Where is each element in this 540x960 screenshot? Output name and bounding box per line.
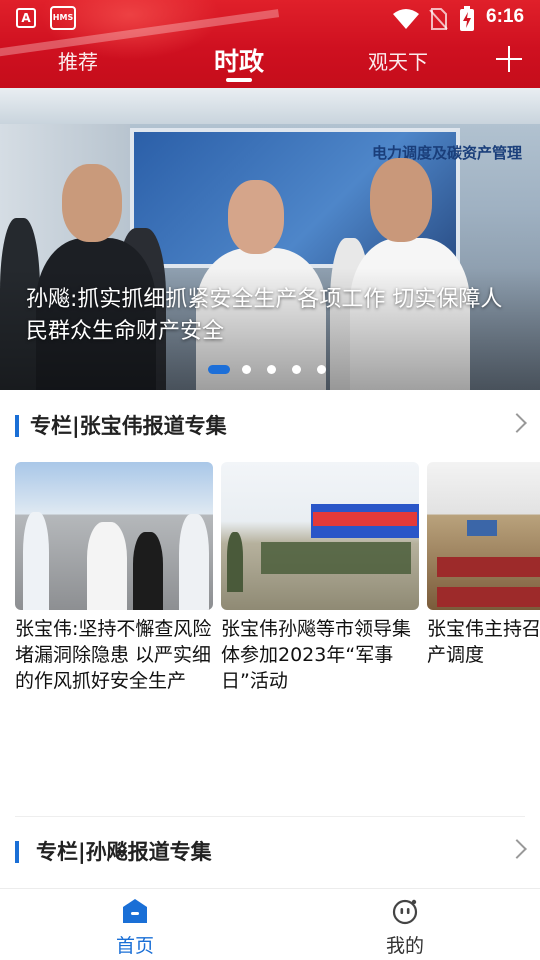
- news-card-row[interactable]: 张宝伟:坚持不懈查风险堵漏洞除隐患 以严实细的作风抓好安全生产 张宝伟孙飚等市领…: [0, 462, 540, 752]
- section-accent-bar: [15, 415, 19, 437]
- news-card[interactable]: 张宝伟主持召开安全生产调度: [427, 462, 540, 668]
- banner-person-head: [228, 180, 284, 254]
- news-card[interactable]: 张宝伟孙飚等市领导集体参加2023年“军事日”活动: [221, 462, 419, 694]
- battery-charging-icon: [460, 6, 474, 31]
- home-icon: [123, 899, 147, 923]
- carousel-dot-2[interactable]: [242, 365, 251, 374]
- add-channel-icon[interactable]: [494, 44, 524, 74]
- section-header-sun[interactable]: 专栏|孙飚报道专集: [0, 832, 540, 872]
- clock: 6:16: [486, 6, 525, 27]
- hms-icon: HMS: [50, 6, 76, 30]
- carousel-dot-4[interactable]: [292, 365, 301, 374]
- app-screen: A HMS 6:16 推荐 时政 观天下 电力调度及碳资产管理 孙飚:抓实抓细抓…: [0, 0, 540, 960]
- news-card[interactable]: 张宝伟:坚持不懈查风险堵漏洞除隐患 以严实细的作风抓好安全生产: [15, 462, 213, 694]
- profile-face-icon: [392, 899, 418, 925]
- tab-recommend[interactable]: 推荐: [58, 46, 98, 75]
- status-bar: A HMS 6:16: [0, 0, 540, 36]
- section-title: 专栏|张宝伟报道专集: [30, 414, 227, 438]
- tab-world[interactable]: 观天下: [368, 46, 428, 75]
- tab-politics[interactable]: 时政: [214, 42, 264, 78]
- carousel-dot-5[interactable]: [317, 365, 326, 374]
- banner-photo-ceiling: [0, 88, 540, 124]
- news-thumbnail: [15, 462, 213, 610]
- section-accent-bar: [15, 841, 19, 863]
- chevron-right-icon[interactable]: [507, 413, 527, 433]
- section-header-zhang[interactable]: 专栏|张宝伟报道专集: [0, 406, 540, 446]
- carousel-dot-1[interactable]: [208, 365, 230, 374]
- banner-carousel[interactable]: 电力调度及碳资产管理 孙飚:抓实抓细抓紧安全生产各项工作 切实保障人民群众生命财…: [0, 88, 540, 390]
- banner-person-head: [370, 158, 432, 242]
- channel-tabs: 推荐 时政 观天下: [0, 40, 540, 88]
- carousel-dot-3[interactable]: [267, 365, 276, 374]
- app-a-icon: A: [16, 8, 36, 28]
- banner-caption[interactable]: 孙飚:抓实抓细抓紧安全生产各项工作 切实保障人民群众生命财产安全: [26, 284, 506, 348]
- banner-person-head: [62, 164, 122, 242]
- no-sim-icon: [429, 8, 448, 30]
- news-card-title: 张宝伟主持召开安全生产调度: [427, 618, 540, 666]
- section-divider: [15, 816, 525, 817]
- active-tab-indicator: [226, 78, 252, 82]
- nav-home[interactable]: 首页: [85, 889, 185, 960]
- wifi-icon: [393, 9, 419, 29]
- nav-mine-label: 我的: [385, 935, 424, 957]
- top-header: A HMS 6:16 推荐 时政 观天下: [0, 0, 540, 88]
- nav-home-label: 首页: [115, 935, 154, 957]
- section-title: 专栏|孙飚报道专集: [36, 840, 212, 864]
- news-card-title: 张宝伟:坚持不懈查风险堵漏洞除隐患 以严实细的作风抓好安全生产: [15, 618, 212, 692]
- news-thumbnail: [427, 462, 540, 610]
- chevron-right-icon[interactable]: [507, 839, 527, 859]
- bottom-navigation: 首页 我的: [0, 889, 540, 960]
- news-card-title: 张宝伟孙飚等市领导集体参加2023年“军事日”活动: [221, 618, 412, 692]
- nav-mine[interactable]: 我的: [355, 889, 455, 960]
- news-thumbnail: [221, 462, 419, 610]
